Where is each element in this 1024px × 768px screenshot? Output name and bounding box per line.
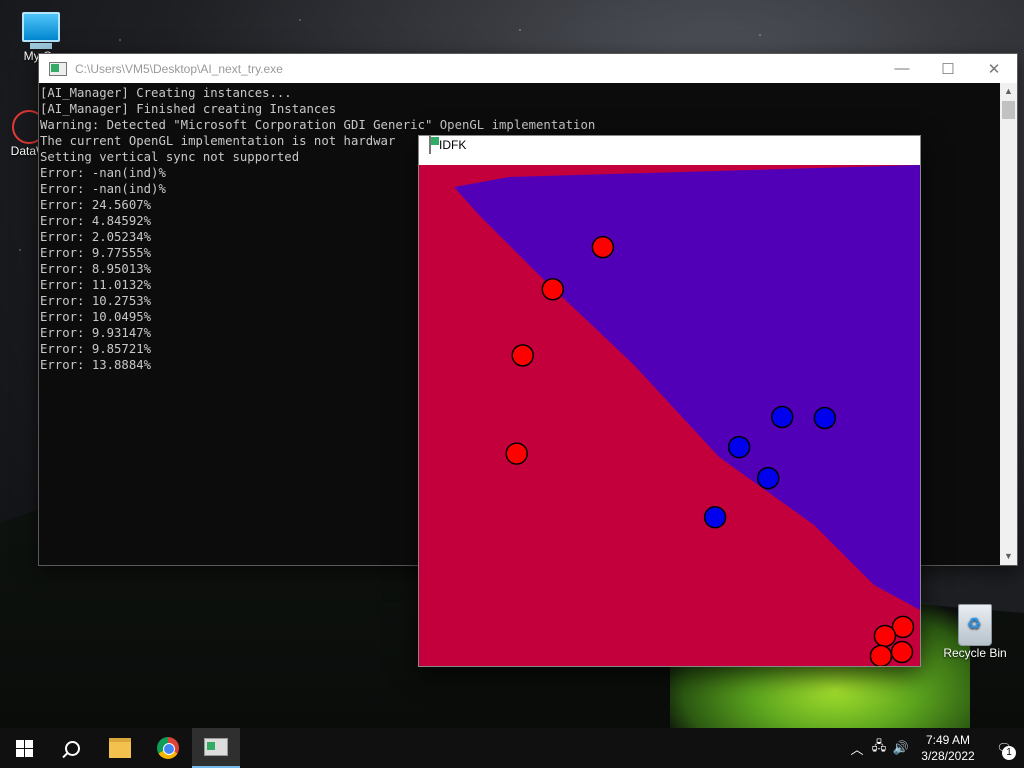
- windows-icon: [15, 739, 33, 757]
- clock-time: 7:49 AM: [925, 733, 971, 747]
- red-data-point: [869, 644, 893, 666]
- console-line: [AI_Manager] Creating instances...: [40, 86, 292, 100]
- notifications-button[interactable]: 🗨 1: [984, 728, 1024, 768]
- notification-badge: 1: [1002, 746, 1016, 760]
- red-data-point: [541, 277, 565, 301]
- scroll-up-icon[interactable]: ▲: [1000, 83, 1017, 100]
- idfk-titlebar[interactable]: IDFK — ☐ ✕: [419, 135, 920, 236]
- console-titlebar[interactable]: C:\Users\VM5\Desktop\AI_next_try.exe — ☐…: [39, 54, 1017, 83]
- clock-date: 3/28/2022: [921, 749, 975, 763]
- chevron-up-icon[interactable]: ︿: [846, 739, 868, 758]
- chrome-icon: [157, 737, 179, 759]
- console-title: C:\Users\VM5\Desktop\AI_next_try.exe: [75, 61, 283, 76]
- blue-data-point: [770, 405, 794, 429]
- computer-icon: [22, 12, 60, 42]
- minimize-button[interactable]: —: [879, 54, 925, 83]
- recycle-bin-icon: [958, 604, 992, 646]
- search-button[interactable]: [48, 728, 96, 768]
- clock[interactable]: 7:49 AM 3/28/2022: [912, 732, 984, 764]
- taskbar-ai-app[interactable]: [192, 728, 240, 768]
- taskbar-file-explorer[interactable]: [96, 728, 144, 768]
- classification-canvas[interactable]: [419, 165, 920, 666]
- desktop-icon-recycle-bin[interactable]: Recycle Bin: [940, 604, 1010, 660]
- blue-data-point: [727, 435, 751, 459]
- blue-data-point: [813, 406, 837, 430]
- volume-icon[interactable]: 🔊: [890, 740, 912, 756]
- blue-data-point: [756, 466, 780, 490]
- search-icon: [64, 740, 80, 756]
- console-line: Warning: Detected "Microsoft Corporation…: [40, 118, 596, 132]
- red-data-point: [890, 640, 914, 664]
- blue-data-point: [703, 505, 727, 529]
- app-window-icon: [204, 738, 228, 756]
- console-line: [AI_Manager] Finished creating Instances: [40, 102, 337, 116]
- scroll-thumb[interactable]: [1002, 101, 1015, 119]
- taskbar-chrome[interactable]: [144, 728, 192, 768]
- console-scrollbar[interactable]: ▲ ▼: [1000, 83, 1017, 565]
- red-data-point: [511, 344, 534, 367]
- start-button[interactable]: [0, 728, 48, 768]
- close-button[interactable]: ✕: [971, 54, 1017, 83]
- red-data-point: [505, 442, 528, 465]
- desktop-icon-label: Recycle Bin: [943, 646, 1007, 660]
- idfk-title: IDFK: [439, 138, 467, 152]
- idfk-app-icon: [429, 135, 431, 154]
- red-data-point: [591, 235, 615, 259]
- network-icon[interactable]: 🖧: [868, 737, 890, 759]
- maximize-button[interactable]: ☐: [925, 54, 971, 83]
- console-app-icon: [49, 61, 67, 76]
- system-tray: ︿ 🖧 🔊 7:49 AM 3/28/2022 🗨 1: [846, 728, 1024, 768]
- scroll-down-icon[interactable]: ▼: [1000, 548, 1017, 565]
- folder-icon: [109, 738, 131, 758]
- idfk-window[interactable]: IDFK — ☐ ✕: [418, 135, 921, 667]
- red-data-point: [873, 624, 897, 648]
- taskbar: ︿ 🖧 🔊 7:49 AM 3/28/2022 🗨 1: [0, 728, 1024, 768]
